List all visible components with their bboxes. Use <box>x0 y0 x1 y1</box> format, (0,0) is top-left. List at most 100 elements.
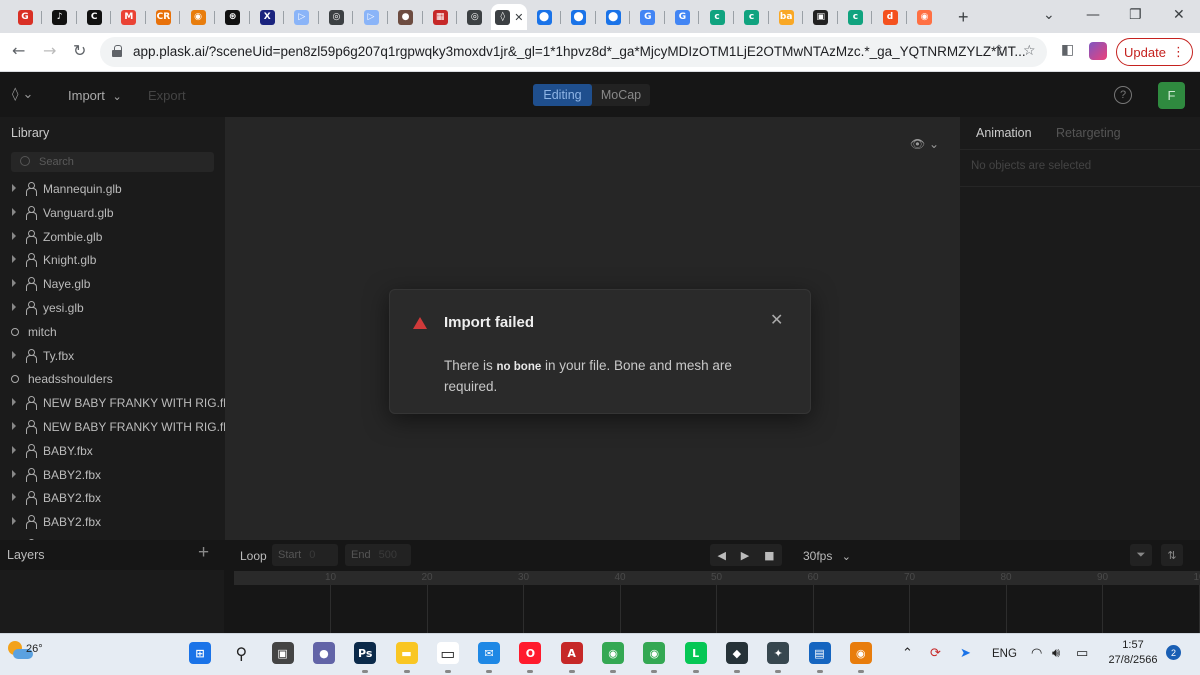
mode-mocap-button[interactable]: MoCap <box>592 84 650 106</box>
import-menu[interactable]: Import ⌄ <box>68 88 122 103</box>
timeline-ruler[interactable]: 10 20 30 40 50 60 70 80 90 10 <box>234 571 1200 585</box>
expand-caret-icon[interactable] <box>12 184 16 192</box>
expand-caret-icon[interactable] <box>12 493 16 502</box>
browser-tab[interactable]: ▷ <box>287 4 317 30</box>
browser-tab[interactable]: ⊛ <box>218 4 248 30</box>
expand-caret-icon[interactable] <box>12 279 16 288</box>
browser-tab[interactable]: CR <box>148 4 178 30</box>
play-icon[interactable]: ▶ <box>741 549 749 562</box>
browser-tab[interactable]: ◎ <box>460 4 490 30</box>
task-view-icon[interactable]: ▣ <box>271 642 294 664</box>
mail-icon[interactable]: ✉ <box>478 642 501 664</box>
line-icon[interactable]: L <box>684 642 707 664</box>
library-item[interactable]: BABY.fbx <box>0 439 225 463</box>
wifi-icon[interactable]: ◠ <box>1031 646 1042 661</box>
browser-tab[interactable]: ⬤ <box>529 4 559 30</box>
tab-animation[interactable]: Animation <box>976 126 1032 140</box>
browser-tab[interactable]: ● <box>391 4 421 30</box>
browser-tab[interactable]: c <box>840 4 870 30</box>
expand-caret-icon[interactable] <box>12 350 16 359</box>
share-icon[interactable]: ⇪ <box>993 43 1005 59</box>
library-item[interactable]: Zombie.glb <box>0 225 225 249</box>
add-layer-icon[interactable]: + <box>198 542 209 564</box>
browser-tab[interactable]: d <box>875 4 905 30</box>
acrobat-icon[interactable]: A <box>560 642 583 664</box>
expand-caret-icon[interactable] <box>12 445 16 454</box>
browser-tab[interactable]: C <box>79 4 109 30</box>
lock-icon[interactable] <box>112 45 122 57</box>
library-item[interactable]: BABY2.fbx <box>0 486 225 510</box>
browser-tab[interactable]: G <box>633 4 663 30</box>
chrome-icon[interactable]: ◉ <box>602 642 624 664</box>
minimize-button[interactable]: — <box>1086 7 1100 23</box>
extension-icon[interactable] <box>1089 42 1107 60</box>
browser-tab[interactable]: ⬤ <box>598 4 628 30</box>
library-item[interactable]: BABY2.fbx <box>0 463 225 487</box>
rig-tool-icon[interactable]: ✦ <box>767 642 790 664</box>
clock[interactable]: 1:57 27/8/2566 <box>1104 638 1162 668</box>
teams-chat-icon[interactable]: ● <box>312 642 335 664</box>
expand-caret-icon[interactable] <box>12 517 16 526</box>
battery-icon[interactable]: ▭ <box>1076 646 1088 661</box>
show-hidden-icons[interactable]: ⌃ <box>902 646 913 661</box>
screen-icon[interactable]: ▤ <box>808 642 831 664</box>
windows-start-icon[interactable]: ⊞ <box>189 642 211 664</box>
close-window-button[interactable]: ✕ <box>1173 7 1185 23</box>
back-icon[interactable]: ← <box>12 41 25 60</box>
mode-editing-button[interactable]: Editing <box>533 84 592 106</box>
davinci-icon[interactable]: ◆ <box>725 642 748 664</box>
library-item[interactable]: BABY2.fbx <box>0 510 225 534</box>
language-indicator[interactable]: ENG <box>992 648 1017 660</box>
browser-tab[interactable]: ◉ <box>910 4 940 30</box>
library-item[interactable]: Vanguard.glb <box>0 201 225 225</box>
url-text[interactable]: app.plask.ai/?sceneUid=pen8zl59p6g207q1r… <box>133 44 1026 59</box>
expand-caret-icon[interactable] <box>12 207 16 216</box>
chrome-icon[interactable]: ◉ <box>643 642 666 664</box>
visibility-eye-icon[interactable]: 👁 ⌄ <box>910 137 939 151</box>
browser-tab[interactable]: ◎ <box>321 4 351 30</box>
filter-icon[interactable]: ⏷ <box>1130 544 1152 566</box>
browser-tab[interactable]: G <box>10 4 40 30</box>
location-icon[interactable]: ➤ <box>960 646 971 661</box>
bookmark-star-icon[interactable]: ☆ <box>1023 43 1036 59</box>
side-panel-icon[interactable]: ◧ <box>1061 42 1074 58</box>
close-tab-icon[interactable]: ✕ <box>514 11 523 24</box>
browser-tab[interactable]: ▣ <box>806 4 836 30</box>
library-item[interactable]: mitch <box>0 320 225 344</box>
close-icon[interactable]: ✕ <box>770 310 783 329</box>
stop-icon[interactable]: ■ <box>764 549 774 562</box>
file-explorer-icon[interactable]: ▬ <box>395 642 418 664</box>
opera-icon[interactable]: O <box>519 642 542 664</box>
expand-caret-icon[interactable] <box>12 255 16 264</box>
notepad-icon[interactable]: ▭ <box>436 642 459 664</box>
export-menu[interactable]: Export <box>148 88 186 103</box>
volume-icon[interactable]: 🔊︎ <box>1052 646 1060 661</box>
library-item[interactable]: yesi.glb <box>0 296 225 320</box>
expand-caret-icon[interactable] <box>12 469 16 478</box>
browser-tab[interactable]: X <box>252 4 282 30</box>
browser-tab[interactable]: c <box>737 4 767 30</box>
notification-badge[interactable]: 2 <box>1166 645 1181 660</box>
restore-button[interactable]: ❐ <box>1129 7 1142 23</box>
update-button[interactable]: Update ⋮ <box>1116 38 1193 66</box>
tab-retargeting[interactable]: Retargeting <box>1056 126 1121 140</box>
browser-tab[interactable]: M <box>114 4 144 30</box>
new-tab-button[interactable]: + <box>958 7 969 28</box>
reload-icon[interactable]: ↻ <box>73 41 86 60</box>
end-frame-field[interactable]: End 500 <box>345 544 411 566</box>
library-item[interactable]: Knight.glb <box>0 248 225 272</box>
library-item[interactable]: headsshoulders <box>0 367 225 391</box>
expand-caret-icon[interactable] <box>12 302 16 311</box>
tab-search-icon[interactable]: ⌄ <box>1043 7 1055 23</box>
timeline-tracks[interactable] <box>234 585 1200 633</box>
sync-icon[interactable]: ⟳ <box>930 646 941 661</box>
user-avatar[interactable]: F <box>1158 82 1185 109</box>
library-item[interactable]: NEW BABY FRANKY WITH RIG.fb <box>0 391 225 415</box>
expand-caret-icon[interactable] <box>12 421 16 430</box>
start-frame-field[interactable]: Start 0 <box>272 544 338 566</box>
weather-widget[interactable]: 26° <box>6 639 43 669</box>
library-item[interactable]: Mannequin.glb <box>0 177 225 201</box>
browser-tab[interactable]: c <box>702 4 732 30</box>
expand-caret-icon[interactable] <box>12 398 16 407</box>
browser-tab[interactable]: ⬤ <box>564 4 594 30</box>
